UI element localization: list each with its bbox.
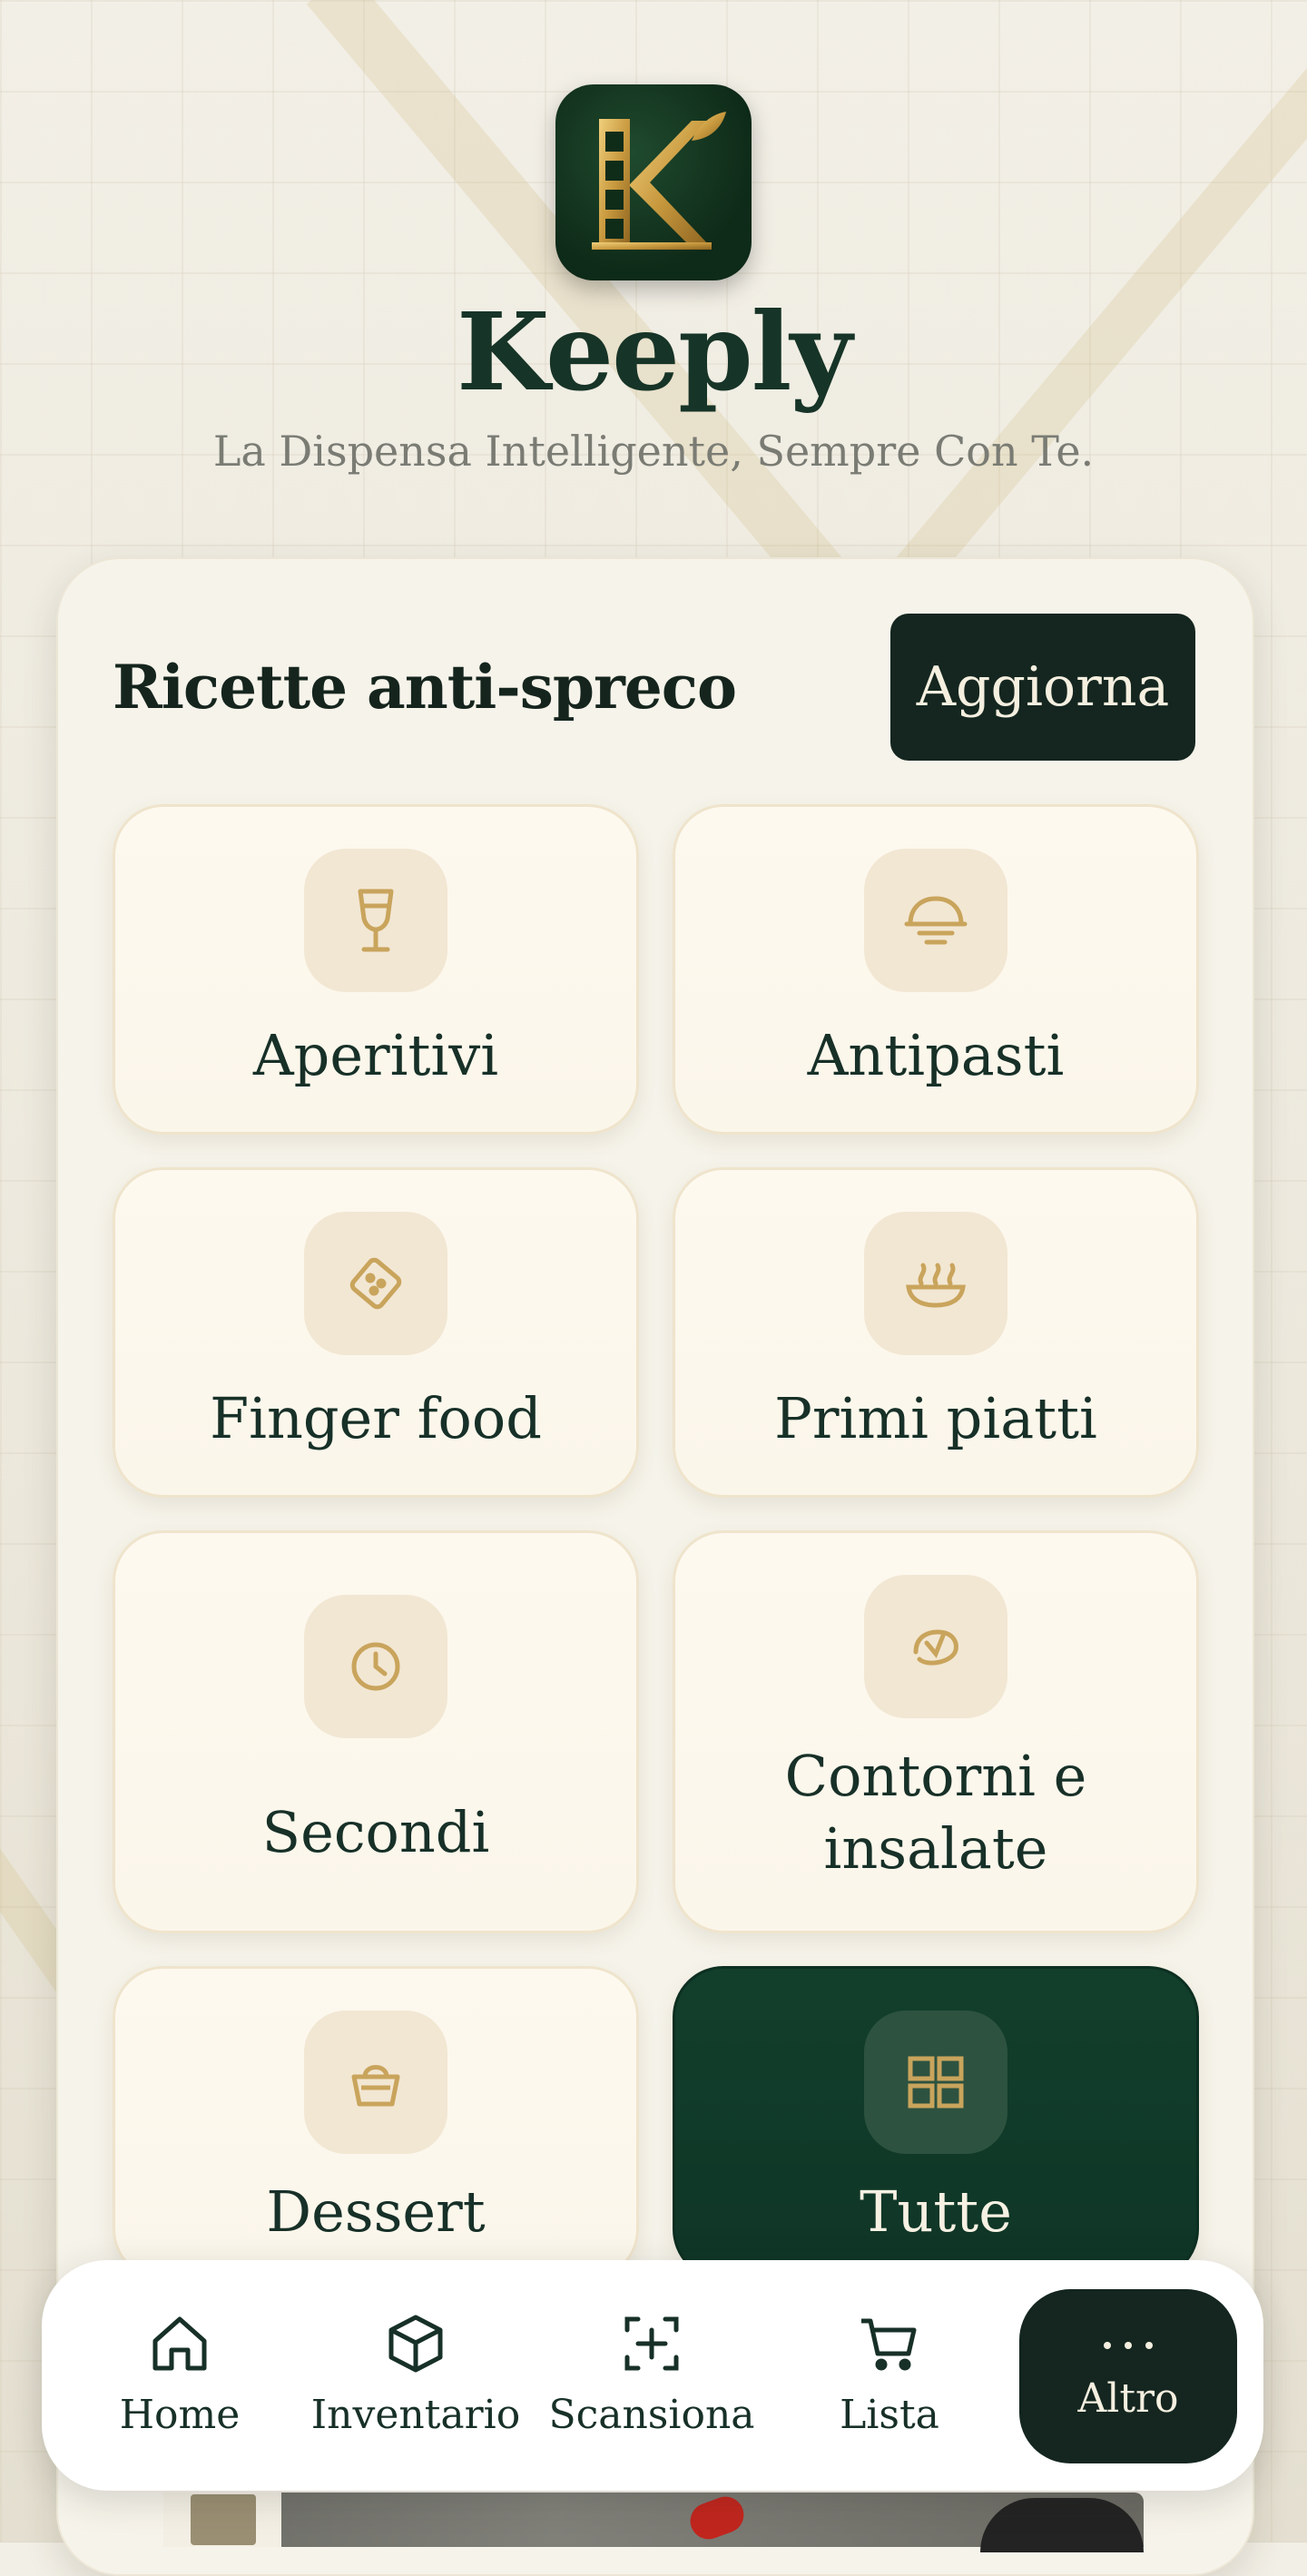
category-card-aperitivi[interactable]: Aperitivi <box>113 804 639 1135</box>
nav-label: Home <box>119 2391 241 2438</box>
nav-altro[interactable]: Altro <box>1019 2289 1237 2463</box>
nav-lista[interactable]: Lista <box>781 2269 998 2480</box>
category-label: Antipasti <box>807 1022 1065 1088</box>
grid-icon <box>864 2011 1007 2154</box>
category-card-finger-food[interactable]: Finger food <box>113 1167 639 1498</box>
category-label: Tutte <box>860 2178 1012 2245</box>
category-card-contorni[interactable]: Contorni e insalate <box>673 1530 1199 1933</box>
refresh-button[interactable]: Aggiorna <box>890 614 1195 761</box>
nav-home[interactable]: Home <box>71 2269 289 2480</box>
category-card-tutte[interactable]: Tutte <box>673 1966 1199 2280</box>
category-card-antipasti[interactable]: Antipasti <box>673 804 1199 1135</box>
nav-label: Altro <box>1077 2374 1179 2422</box>
category-label: Dessert <box>266 2178 486 2245</box>
nav-label: Lista <box>840 2391 939 2438</box>
pan-image <box>980 2498 1144 2552</box>
category-label: Secondi <box>261 1799 490 1865</box>
box-icon <box>388 2315 443 2372</box>
category-card-secondi[interactable]: Secondi <box>113 1530 639 1933</box>
pasta-bowl-icon <box>864 1212 1007 1355</box>
more-icon <box>1104 2341 1153 2349</box>
category-card-dessert[interactable]: Dessert <box>113 1966 639 2280</box>
nav-label: Scansiona <box>548 2391 755 2438</box>
cart-icon <box>861 2318 917 2370</box>
category-label: Finger food <box>210 1385 542 1451</box>
category-label: Aperitivi <box>252 1022 499 1088</box>
nav-label: Inventario <box>310 2391 521 2438</box>
wine-glass-icon <box>304 849 447 992</box>
cloche-icon <box>864 849 1007 992</box>
scan-icon <box>624 2316 679 2370</box>
section-title: Ricette anti-spreco <box>113 652 737 723</box>
cracker-icon <box>304 1212 447 1355</box>
clock-icon <box>304 1595 447 1738</box>
nav-inventario[interactable]: Inventario <box>307 2269 525 2480</box>
category-label: Primi piatti <box>774 1385 1097 1451</box>
category-card-primi-piatti[interactable]: Primi piatti <box>673 1167 1199 1498</box>
nav-scansiona[interactable]: Scansiona <box>543 2269 761 2480</box>
app-tagline: La Dispensa Intelligente, Sempre Con Te. <box>212 427 1095 476</box>
leaf-icon <box>864 1575 1007 1718</box>
category-label: Contorni e insalate <box>784 1743 1087 1882</box>
thumbnail-image <box>191 2494 256 2545</box>
home-icon <box>152 2316 207 2370</box>
basket-icon <box>304 2011 447 2154</box>
app-logo <box>555 84 752 280</box>
app-title: Keeply <box>456 289 852 415</box>
